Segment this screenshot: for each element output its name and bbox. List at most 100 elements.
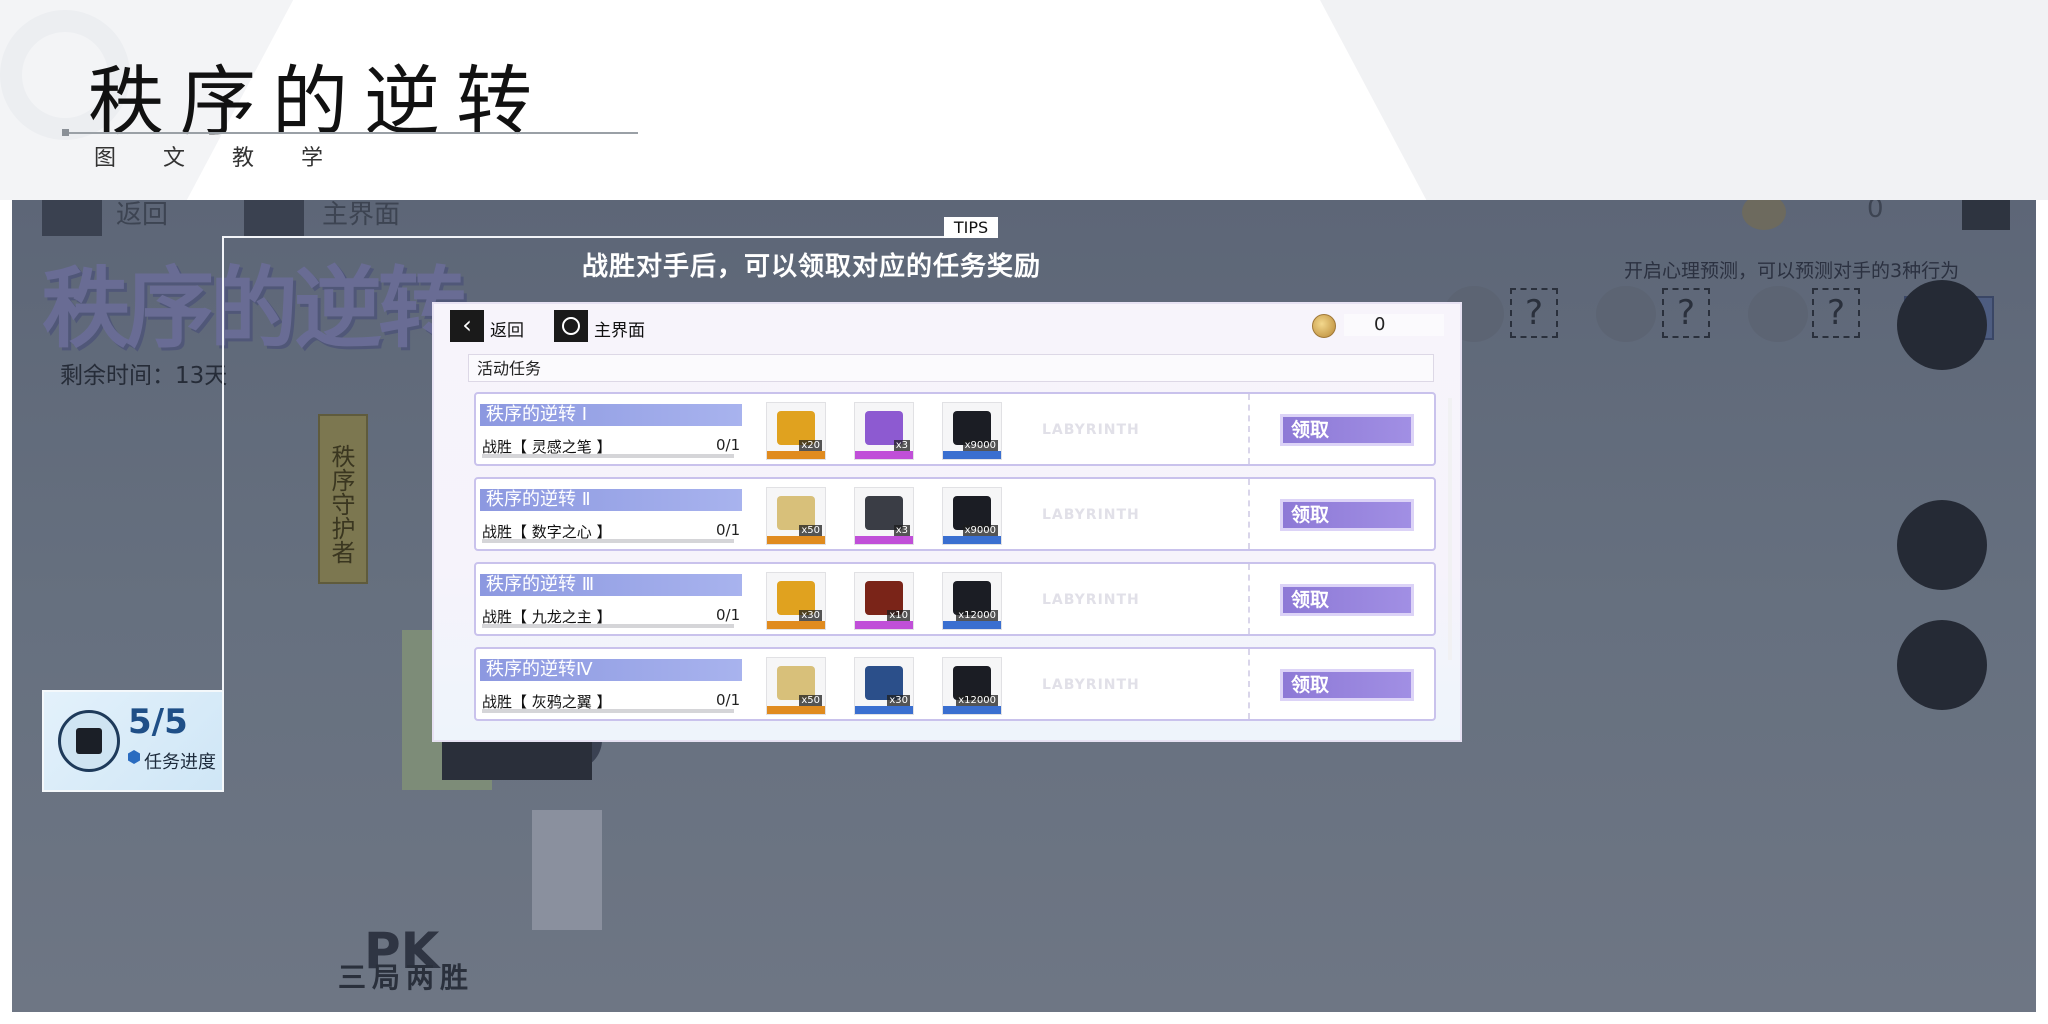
cube-icon — [58, 710, 120, 772]
reward-item[interactable]: x10 — [854, 572, 914, 630]
title-divider-dot — [62, 129, 69, 136]
coin-count: 0 — [1374, 314, 1386, 335]
rarity-strip — [855, 706, 913, 714]
coin-icon — [1312, 314, 1336, 338]
tip-frame — [222, 236, 224, 691]
claim-button[interactable]: 领取 — [1280, 584, 1414, 616]
task-title: 秩序的逆转 Ⅱ — [480, 489, 742, 511]
reward-quantity: x50 — [799, 695, 822, 706]
reward-quantity: x3 — [893, 440, 910, 451]
reward-item[interactable]: x3 — [854, 487, 914, 545]
card-divider — [1248, 649, 1250, 719]
reward-item[interactable]: x12000 — [942, 657, 1002, 715]
predict-hint: 开启心理预测，可以预测对手的3种行为 — [1624, 260, 1960, 282]
tip-text: 战胜对手后，可以领取对应的任务奖励 — [582, 252, 1042, 282]
reward-quantity: x10 — [887, 610, 910, 621]
bg-home-label: 主界面 — [322, 200, 401, 230]
rarity-strip — [943, 536, 1001, 544]
bg-plus-button — [1962, 200, 2010, 230]
task-progress-label: 任务进度 — [144, 752, 216, 773]
title-divider — [62, 132, 638, 134]
chevron-left-icon: ‹ — [462, 311, 472, 339]
card-divider — [1248, 394, 1250, 464]
reward-quantity: x9000 — [962, 525, 998, 536]
task-card: 秩序的逆转 Ⅱ 战胜【 数字之心 】 0/1 x50 x3 x9000 LABYRI… — [474, 477, 1436, 551]
paper-hand-icon — [1596, 286, 1656, 342]
task-progress-bar — [482, 624, 734, 628]
reward-quantity: x50 — [799, 525, 822, 536]
reward-item[interactable]: x9000 — [942, 402, 1002, 460]
pk-label: 三局两胜 — [338, 961, 475, 994]
home-button[interactable] — [554, 310, 588, 342]
task-panel: ‹ 返回 主界面 0 活动任务 秩序的逆转 Ⅰ 战胜【 灵感之笔 】 0/1 x20… — [432, 302, 1462, 742]
hexagon-icon — [128, 750, 140, 764]
task-progress-value: 5/5 — [128, 702, 188, 742]
rarity-strip — [943, 706, 1001, 714]
circle-home-icon — [562, 317, 580, 335]
scrollbar[interactable] — [1448, 398, 1452, 660]
task-progress-bar — [482, 709, 734, 713]
task-card: 秩序的逆转 Ⅲ 战胜【 九龙之主 】 0/1 x30 x10 x12000 LABY… — [474, 562, 1436, 636]
event-logo: 秩序的逆转 — [42, 257, 466, 360]
reward-quantity: x3 — [893, 525, 910, 536]
bg-round-button — [1897, 280, 1987, 370]
page-subtitle: 图 文 教 学 — [94, 146, 343, 171]
unknown-slot: ? — [1812, 288, 1860, 338]
claim-button[interactable]: 领取 — [1280, 414, 1414, 446]
card-divider — [1248, 564, 1250, 634]
tip-frame — [222, 236, 998, 238]
claim-button[interactable]: 领取 — [1280, 499, 1414, 531]
reward-quantity: x30 — [887, 695, 910, 706]
tab-activity-tasks[interactable]: 活动任务 — [468, 354, 1434, 382]
reward-quantity: x20 — [799, 440, 822, 451]
tutorial-header: 秩序的逆转 图 文 教 学 — [0, 0, 2048, 200]
task-progress: 0/1 — [716, 521, 741, 539]
task-progress-bar — [482, 539, 734, 543]
bg-coin-icon — [1742, 200, 1786, 230]
reward-quantity: x12000 — [956, 610, 998, 621]
task-progress: 0/1 — [716, 606, 741, 624]
rarity-strip — [943, 451, 1001, 459]
unknown-slot: ? — [1662, 288, 1710, 338]
rarity-strip — [767, 621, 825, 629]
reward-item[interactable]: x12000 — [942, 572, 1002, 630]
bg-coin-count: 0 — [1867, 200, 1884, 224]
task-title: 秩序的逆转Ⅳ — [480, 659, 742, 681]
rarity-strip — [943, 621, 1001, 629]
rarity-strip — [767, 706, 825, 714]
labyrinth-watermark: LABYRINTH — [1042, 507, 1140, 523]
bg-back-button — [42, 200, 102, 236]
task-progress-bar — [482, 454, 734, 458]
bg-back-label: 返回 — [116, 200, 169, 230]
home-label[interactable]: 主界面 — [594, 316, 645, 341]
header-decoration — [1320, 0, 2048, 200]
labyrinth-watermark: LABYRINTH — [1042, 422, 1140, 438]
reward-item[interactable]: x50 — [766, 657, 826, 715]
reward-item[interactable]: x30 — [766, 572, 826, 630]
bg-round-button — [1897, 500, 1987, 590]
reward-item[interactable]: x20 — [766, 402, 826, 460]
task-progress-widget[interactable]: 5/5 任务进度 — [42, 690, 224, 792]
reward-quantity: x30 — [799, 610, 822, 621]
tips-tag: TIPS — [944, 217, 998, 238]
task-progress: 0/1 — [716, 691, 741, 709]
coin-bar — [1344, 314, 1444, 336]
reward-item[interactable]: x30 — [854, 657, 914, 715]
claim-button[interactable]: 领取 — [1280, 669, 1414, 701]
back-button[interactable]: ‹ — [450, 310, 484, 342]
reward-item[interactable]: x3 — [854, 402, 914, 460]
bg-home-button — [244, 200, 304, 236]
labyrinth-watermark: LABYRINTH — [1042, 592, 1140, 608]
bg-round-button — [1897, 620, 1987, 710]
guardian-banner: 秩序守护者 — [318, 414, 368, 584]
back-label[interactable]: 返回 — [490, 316, 524, 341]
rarity-strip — [767, 536, 825, 544]
task-card: 秩序的逆转Ⅳ 战胜【 灰鸦之翼 】 0/1 x50 x30 x12000 LABYR… — [474, 647, 1436, 721]
reward-item[interactable]: x9000 — [942, 487, 1002, 545]
rarity-strip — [855, 451, 913, 459]
task-card: 秩序的逆转 Ⅰ 战胜【 灵感之笔 】 0/1 x20 x3 x9000 LABYRI… — [474, 392, 1436, 466]
remaining-time: 剩余时间：13天 — [60, 363, 228, 389]
rarity-strip — [855, 621, 913, 629]
reward-quantity: x12000 — [956, 695, 998, 706]
reward-item[interactable]: x50 — [766, 487, 826, 545]
